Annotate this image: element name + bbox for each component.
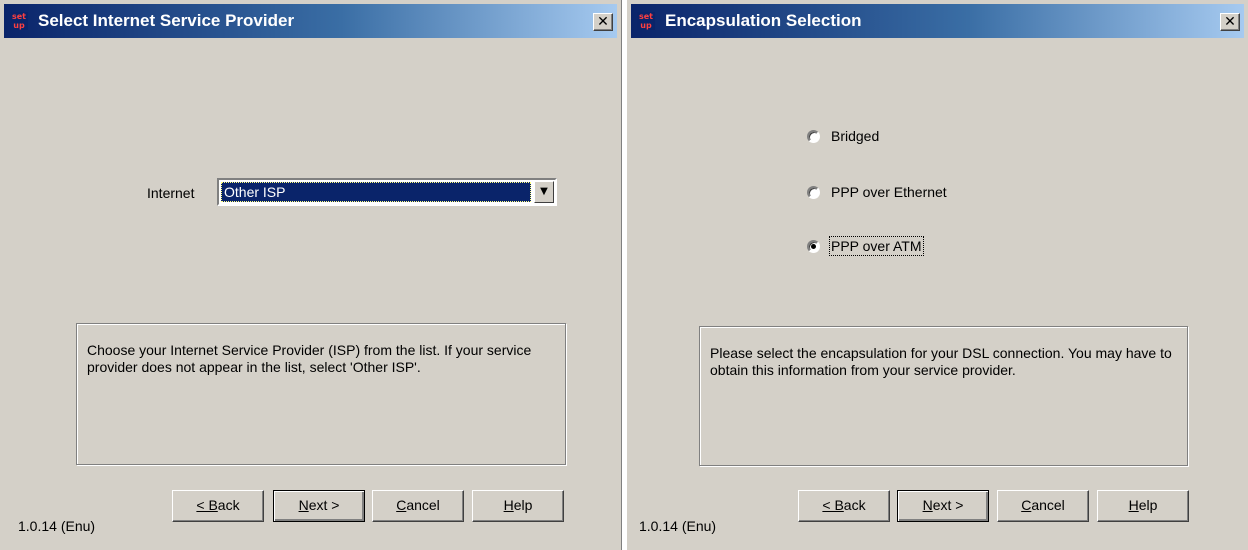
cancel-button[interactable]: Cancel — [997, 490, 1089, 522]
title-bar: set up Select Internet Service Provider … — [4, 4, 617, 38]
radio-label-pppoe[interactable]: PPP over Ethernet — [831, 184, 947, 200]
close-icon[interactable]: ✕ — [1220, 13, 1240, 31]
isp-dialog: set up Select Internet Service Provider … — [0, 0, 622, 550]
next-button[interactable]: Next > — [273, 490, 365, 522]
encapsulation-dialog: set up Encapsulation Selection ✕ Bridged… — [626, 0, 1248, 550]
radio-pppoe[interactable] — [807, 186, 820, 199]
version-label: 1.0.14 (Enu) — [639, 518, 717, 534]
version-label: 1.0.14 (Enu) — [18, 518, 96, 534]
isp-label: Internet — [147, 185, 195, 201]
radio-bridged[interactable] — [807, 130, 820, 143]
cancel-button[interactable]: Cancel — [372, 490, 464, 522]
title-bar: set up Encapsulation Selection ✕ — [631, 4, 1244, 38]
close-icon[interactable]: ✕ — [593, 13, 613, 31]
help-button[interactable]: Help — [472, 490, 564, 522]
chevron-down-icon[interactable]: ▼ — [534, 181, 554, 203]
radio-pppoa[interactable] — [807, 240, 820, 253]
next-button[interactable]: Next > — [897, 490, 989, 522]
setup-app-icon: set up — [10, 12, 28, 30]
back-button[interactable]: < Back — [798, 490, 890, 522]
help-text: Please select the encapsulation for your… — [710, 345, 1172, 378]
help-button[interactable]: Help — [1097, 490, 1189, 522]
dialog-title: Encapsulation Selection — [665, 11, 862, 30]
radio-label-pppoa[interactable]: PPP over ATM — [829, 236, 924, 256]
help-groupbox: Choose your Internet Service Provider (I… — [76, 323, 566, 465]
back-button[interactable]: < Back — [172, 490, 264, 522]
dialog-title: Select Internet Service Provider — [38, 11, 295, 30]
radio-label-bridged[interactable]: Bridged — [831, 128, 879, 144]
isp-dropdown-value: Other ISP — [221, 182, 531, 202]
help-groupbox: Please select the encapsulation for your… — [699, 326, 1188, 466]
radio-selected-dot — [811, 244, 816, 249]
isp-dropdown[interactable]: Other ISP ▼ — [217, 178, 557, 206]
help-text: Choose your Internet Service Provider (I… — [87, 342, 532, 375]
setup-app-icon: set up — [637, 12, 655, 30]
